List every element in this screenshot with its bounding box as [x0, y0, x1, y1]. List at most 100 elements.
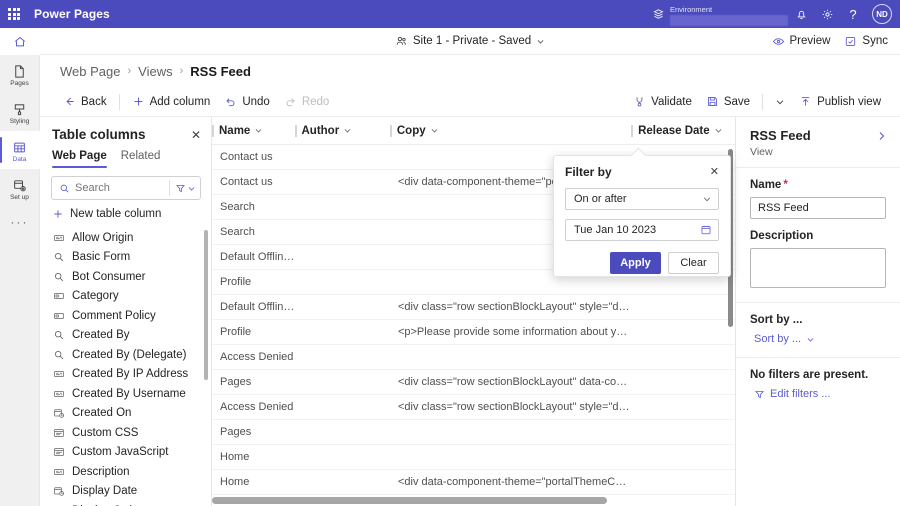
table-column-item[interactable]: Custom JavaScript [40, 443, 211, 463]
close-icon[interactable]: ✕ [191, 129, 201, 141]
calendar-icon[interactable] [700, 224, 712, 236]
search-input[interactable] [75, 182, 164, 194]
lookup-column-icon [53, 271, 65, 283]
sidebar-item-setup[interactable]: Set up [0, 169, 40, 207]
sync-button[interactable]: Sync [844, 35, 888, 48]
validate-label: Validate [651, 95, 692, 108]
chevron-down-icon[interactable] [343, 126, 352, 135]
environment-selector[interactable]: Environment [646, 0, 788, 28]
table-column-item[interactable]: Created By (Delegate) [40, 345, 211, 365]
grid-column-header[interactable]: Author [294, 117, 390, 145]
command-bar: Back Add column Undo Redo Validate Save … [40, 87, 900, 117]
search-box[interactable] [51, 176, 201, 200]
chevron-down-icon[interactable] [714, 126, 723, 135]
table-column-item[interactable]: Description [40, 462, 211, 482]
table-row[interactable]: Home <div data-component-theme="portalThe… [212, 470, 735, 495]
undo-button[interactable]: Undo [217, 92, 277, 111]
table-column-list[interactable]: Allow Origin Basic Form Bot Consumer Catego… [40, 226, 211, 506]
command-bar-right: Validate Save Publish view [626, 92, 888, 111]
table-row[interactable]: Default Offline Page <div class="row sect… [212, 295, 735, 320]
sidebar-item-home[interactable] [0, 28, 40, 55]
sort-by-dropdown[interactable]: Sort by ... [750, 333, 886, 345]
breadcrumb-item-views[interactable]: Views [138, 64, 172, 79]
environment-value-redacted[interactable] [670, 14, 788, 26]
grid-column-header-label: Author [301, 124, 340, 137]
table-column-item[interactable]: Basic Form [40, 248, 211, 268]
table-row[interactable]: Access Denied [212, 345, 735, 370]
table-column-item[interactable]: Category [40, 287, 211, 307]
redo-button[interactable]: Redo [277, 92, 337, 111]
save-label: Save [723, 95, 751, 108]
bell-icon[interactable] [788, 0, 814, 28]
description-field-section: Description [736, 219, 900, 288]
table-column-item[interactable]: Bot Consumer [40, 267, 211, 287]
sidebar-more-button[interactable]: ··· [0, 207, 40, 237]
table-row[interactable]: Home [212, 445, 735, 470]
validate-button[interactable]: Validate [626, 92, 699, 111]
table-row[interactable]: Profile <p>Please provide some informatio… [212, 320, 735, 345]
description-input[interactable] [750, 248, 886, 288]
chevron-right-icon[interactable] [876, 130, 888, 142]
date-column-icon [53, 485, 65, 497]
table-column-item[interactable]: Created On [40, 404, 211, 424]
grid-horizontal-scrollbar[interactable] [212, 497, 722, 504]
grid-column-header[interactable]: Name [212, 117, 295, 145]
table-column-label: Description [72, 465, 130, 478]
table-column-item[interactable]: Display Date [40, 482, 211, 502]
tab-related[interactable]: Related [121, 150, 161, 168]
add-column-button[interactable]: Add column [125, 92, 218, 111]
multiline-column-icon [53, 427, 65, 439]
avatar[interactable]: ND [872, 4, 892, 24]
filter-date-input[interactable]: Tue Jan 10 2023 [565, 219, 719, 241]
table-row[interactable]: Access Denied <div class="row sectionBloc… [212, 395, 735, 420]
name-label: Name * [750, 179, 788, 191]
breadcrumb-item-web-page[interactable]: Web Page [60, 64, 120, 79]
apply-button[interactable]: Apply [610, 252, 661, 274]
grid-column-header[interactable]: Release Date [631, 117, 735, 145]
table-column-item[interactable]: Custom CSS [40, 423, 211, 443]
table-cell-name: Search [220, 201, 255, 213]
column-list-scrollbar[interactable] [204, 230, 208, 380]
grid-column-header[interactable]: Copy [389, 117, 631, 145]
power-pages-app: Power Pages Environment ? ND Pages Styli… [0, 0, 900, 506]
tab-web-page[interactable]: Web Page [52, 150, 107, 168]
waffle-icon[interactable] [0, 0, 28, 28]
preview-label: Preview [789, 35, 831, 47]
chevron-down-icon[interactable] [430, 126, 439, 135]
name-field-section: Name * RSS Feed [736, 168, 900, 219]
publish-view-label: Publish view [817, 95, 881, 108]
back-button[interactable]: Back [56, 92, 114, 111]
gear-icon[interactable] [814, 0, 840, 28]
save-button[interactable]: Save [699, 92, 757, 111]
sync-icon [844, 35, 857, 48]
name-input[interactable]: RSS Feed [750, 197, 886, 219]
table-column-item[interactable]: Created By Username [40, 384, 211, 404]
filter-operator-dropdown[interactable]: On or after [565, 188, 719, 210]
filter-icon [175, 183, 186, 194]
table-cell-copy: <div class="row sectionBlockLayout" data… [397, 376, 632, 388]
sidebar-item-styling[interactable]: Styling [0, 93, 40, 131]
table-column-item[interactable]: Created By [40, 326, 211, 346]
close-icon[interactable]: ✕ [710, 166, 719, 178]
new-table-column-button[interactable]: New table column [40, 200, 211, 226]
sidebar-item-pages[interactable]: Pages [0, 55, 40, 93]
save-options-chevron[interactable] [768, 94, 792, 110]
table-column-item[interactable]: Allow Origin [40, 228, 211, 248]
brush-icon [12, 102, 27, 117]
chevron-down-icon[interactable] [254, 126, 263, 135]
table-column-item[interactable]: Display Order [40, 501, 211, 506]
table-column-item[interactable]: Created By IP Address [40, 365, 211, 385]
table-column-label: Allow Origin [72, 231, 134, 244]
table-row[interactable]: Pages [212, 420, 735, 445]
filter-dropdown-button[interactable] [169, 180, 196, 196]
publish-view-button[interactable]: Publish view [792, 92, 888, 111]
clear-button[interactable]: Clear [668, 252, 719, 274]
no-filters-text: No filters are present. [750, 369, 869, 381]
edit-filters-label: Edit filters ... [770, 388, 831, 400]
table-column-item[interactable]: Comment Policy [40, 306, 211, 326]
help-icon[interactable]: ? [840, 0, 866, 28]
edit-filters-button[interactable]: Edit filters ... [750, 388, 886, 400]
preview-button[interactable]: Preview [772, 35, 831, 48]
table-row[interactable]: Pages <div class="row sectionBlockLayout"… [212, 370, 735, 395]
sidebar-item-data[interactable]: Data [0, 131, 40, 169]
